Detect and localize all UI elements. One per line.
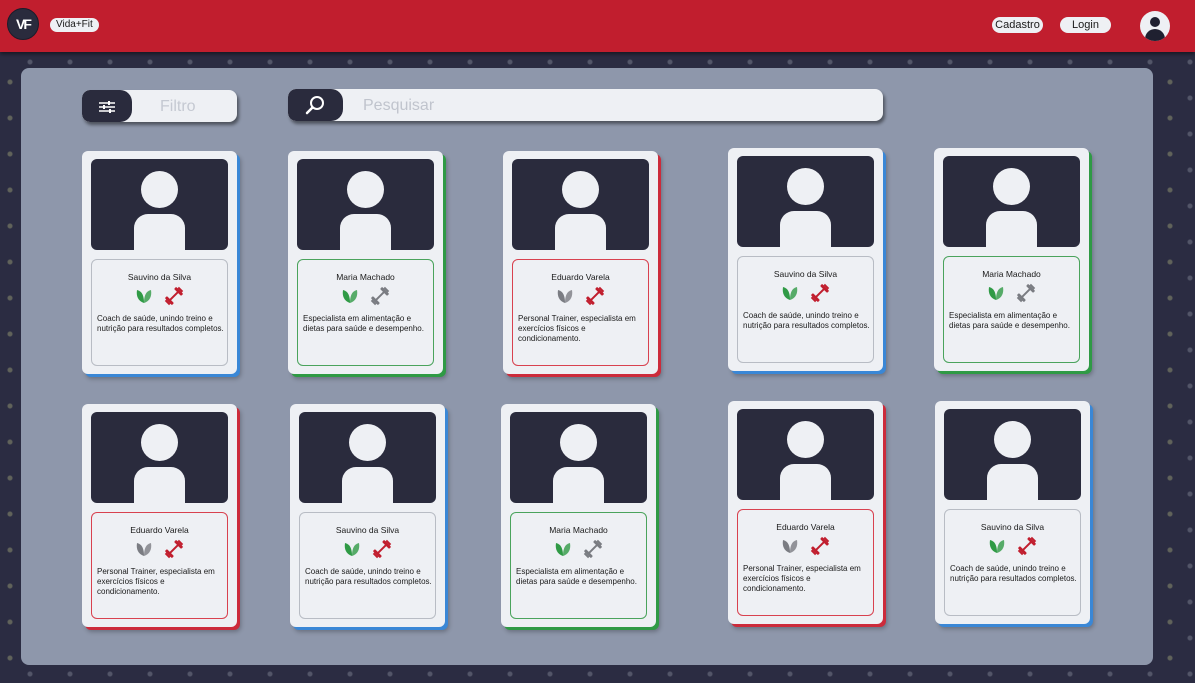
specialty-icons [738, 536, 873, 556]
professional-card[interactable]: Sauvino da Silva Coach de saúde, unindo … [82, 151, 237, 374]
leaf-icon [134, 286, 154, 306]
professional-description: Coach de saúde, unindo treino e nutrição… [97, 314, 224, 333]
cadastro-button[interactable]: Cadastro [992, 17, 1043, 33]
specialty-icons [944, 283, 1079, 303]
professional-name: Eduardo Varela [776, 522, 835, 532]
professional-name: Eduardo Varela [551, 272, 610, 282]
logo[interactable]: VF [7, 8, 39, 40]
profile-photo-placeholder [512, 159, 649, 250]
card-info: Eduardo Varela Personal Trainer, especia… [512, 259, 649, 366]
professional-name: Sauvino da Silva [980, 522, 1045, 532]
dumbbell-icon [585, 286, 605, 306]
professional-description: Especialista em alimentação e dietas par… [516, 567, 637, 586]
logo-text: VF [16, 16, 32, 32]
professional-description: Especialista em alimentação e dietas par… [949, 311, 1070, 330]
specialty-icons [511, 539, 646, 559]
professional-card[interactable]: Maria Machado Especialista em alimentaçã… [288, 151, 443, 374]
search-bar[interactable] [288, 89, 883, 121]
professional-card[interactable]: Eduardo Varela Personal Trainer, especia… [728, 401, 883, 624]
specialty-icons [513, 286, 648, 306]
profile-photo-placeholder [91, 412, 228, 503]
professional-card[interactable]: Sauvino da Silva Coach de saúde, unindo … [935, 401, 1090, 624]
specialty-icons [738, 283, 873, 303]
filter-button[interactable]: Filtro [82, 90, 237, 122]
card-info: Sauvino da Silva Coach de saúde, unindo … [737, 256, 874, 363]
specialty-icons [92, 539, 227, 559]
dumbbell-icon [810, 283, 830, 303]
profile-photo-placeholder [297, 159, 434, 250]
card-info: Sauvino da Silva Coach de saúde, unindo … [299, 512, 436, 619]
card-info: Maria Machado Especialista em alimentaçã… [510, 512, 647, 619]
leaf-icon [986, 283, 1006, 303]
card-info: Eduardo Varela Personal Trainer, especia… [737, 509, 874, 616]
card-info: Maria Machado Especialista em alimentaçã… [297, 259, 434, 366]
dumbbell-icon [1017, 536, 1037, 556]
professional-card[interactable]: Maria Machado Especialista em alimentaçã… [501, 404, 656, 627]
leaf-icon [555, 286, 575, 306]
professional-card[interactable]: Sauvino da Silva Coach de saúde, unindo … [728, 148, 883, 371]
top-navbar: VF Vida+Fit Cadastro Login [0, 0, 1195, 52]
professional-name: Eduardo Varela [130, 525, 189, 535]
professional-card[interactable]: Sauvino da Silva Coach de saúde, unindo … [290, 404, 445, 627]
leaf-icon [134, 539, 154, 559]
leaf-icon [987, 536, 1007, 556]
card-info: Sauvino da Silva Coach de saúde, unindo … [944, 509, 1081, 616]
professional-description: Personal Trainer, especialista em exercí… [97, 567, 215, 596]
profile-photo-placeholder [737, 156, 874, 247]
professional-name: Maria Machado [549, 525, 608, 535]
leaf-icon [340, 286, 360, 306]
professional-name: Sauvino da Silva [335, 525, 400, 535]
professional-name: Maria Machado [982, 269, 1041, 279]
dumbbell-icon [810, 536, 830, 556]
profile-photo-placeholder [510, 412, 647, 503]
professional-description: Coach de saúde, unindo treino e nutrição… [305, 567, 432, 586]
professional-description: Personal Trainer, especialista em exercí… [743, 564, 861, 593]
profile-photo-placeholder [943, 156, 1080, 247]
profile-photo-placeholder [299, 412, 436, 503]
search-icon[interactable] [288, 89, 343, 121]
professional-description: Coach de saúde, unindo treino e nutrição… [743, 311, 870, 330]
dumbbell-icon [583, 539, 603, 559]
leaf-icon [780, 283, 800, 303]
user-avatar-icon[interactable] [1140, 11, 1170, 41]
professional-name: Sauvino da Silva [127, 272, 192, 282]
card-info: Eduardo Varela Personal Trainer, especia… [91, 512, 228, 619]
professional-card[interactable]: Maria Machado Especialista em alimentaçã… [934, 148, 1089, 371]
leaf-icon [780, 536, 800, 556]
dumbbell-icon [372, 539, 392, 559]
sliders-icon [82, 90, 132, 122]
professional-description: Especialista em alimentação e dietas par… [303, 314, 424, 333]
professional-card[interactable]: Eduardo Varela Personal Trainer, especia… [82, 404, 237, 627]
card-info: Sauvino da Silva Coach de saúde, unindo … [91, 259, 228, 366]
specialty-icons [945, 536, 1080, 556]
card-info: Maria Machado Especialista em alimentaçã… [943, 256, 1080, 363]
specialty-icons [92, 286, 227, 306]
professional-description: Coach de saúde, unindo treino e nutrição… [950, 564, 1077, 583]
dumbbell-icon [164, 286, 184, 306]
specialty-icons [300, 539, 435, 559]
profile-photo-placeholder [944, 409, 1081, 500]
login-button[interactable]: Login [1060, 17, 1111, 33]
dumbbell-icon [164, 539, 184, 559]
leaf-icon [342, 539, 362, 559]
profile-photo-placeholder [737, 409, 874, 500]
dumbbell-icon [370, 286, 390, 306]
profile-photo-placeholder [91, 159, 228, 250]
professional-name: Sauvino da Silva [773, 269, 838, 279]
professional-card[interactable]: Eduardo Varela Personal Trainer, especia… [503, 151, 658, 374]
professional-description: Personal Trainer, especialista em exercí… [518, 314, 636, 343]
leaf-icon [553, 539, 573, 559]
search-input[interactable] [361, 94, 865, 118]
filter-label: Filtro [160, 98, 196, 115]
brand-name[interactable]: Vida+Fit [50, 18, 99, 32]
dumbbell-icon [1016, 283, 1036, 303]
professional-name: Maria Machado [336, 272, 395, 282]
specialty-icons [298, 286, 433, 306]
